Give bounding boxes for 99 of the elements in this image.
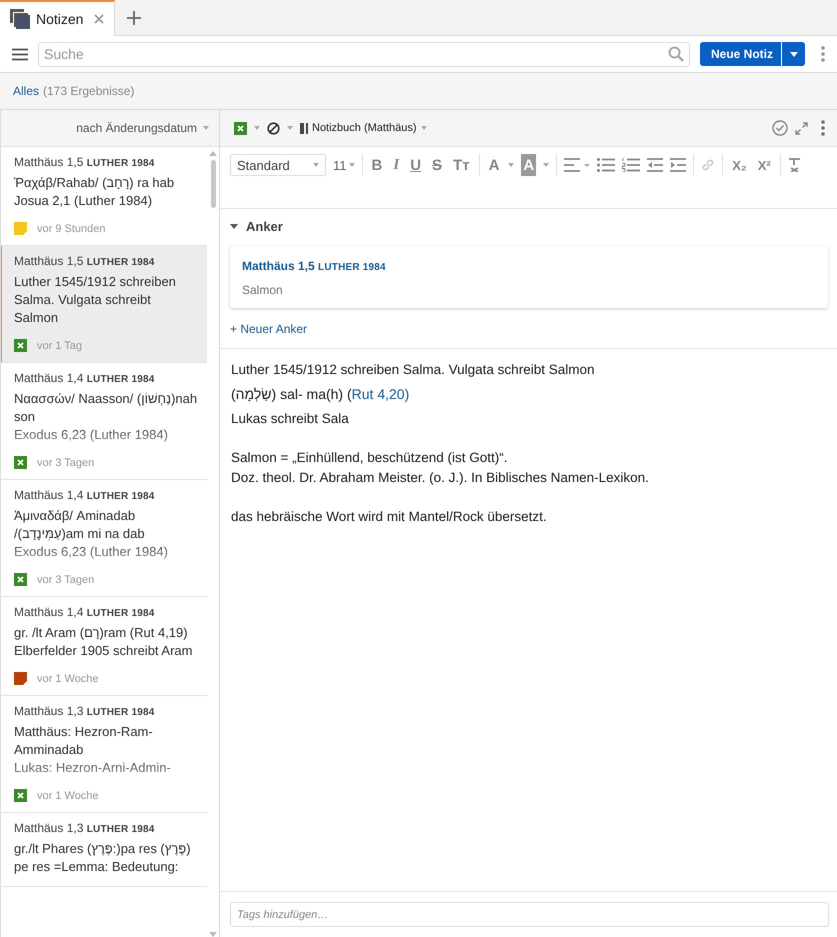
notebook-dropdown[interactable]: Notizbuch (Matthäus) <box>300 122 427 134</box>
note-preview-text: gr. /lt Aram (רָם)ram (Rut 4,19) <box>14 624 189 642</box>
note-reference: Matthäus 1,3 LUTHER 1984 <box>14 704 156 718</box>
caret-icon[interactable] <box>287 126 293 130</box>
new-note-button[interactable]: Neue Notiz <box>700 42 781 66</box>
super-button[interactable]: X² <box>756 154 773 176</box>
note-time: vor 1 Tag <box>37 340 82 352</box>
tags-field[interactable]: Tags hinzufügen… <box>230 902 829 927</box>
note-preview-text: pe res =Lemma: Bedeutung: <box>14 858 180 876</box>
note-preview-text: Matthäus: Hezron-Ram- <box>14 723 154 741</box>
search-field[interactable]: Suche <box>38 42 690 66</box>
filter-link[interactable]: Alles <box>13 84 40 98</box>
caret-icon <box>313 163 319 167</box>
caret-icon[interactable] <box>543 163 550 167</box>
scrollbar-thumb[interactable] <box>210 160 216 208</box>
book-icon <box>300 122 308 134</box>
align-left-icon[interactable] <box>564 158 590 172</box>
check-circle-icon[interactable] <box>772 120 788 136</box>
stacked-pages-icon <box>10 9 30 29</box>
result-count: (173 Ergebnisse) <box>43 84 134 98</box>
numbered-list-icon[interactable] <box>622 158 640 172</box>
anchor-card[interactable]: Matthäus 1,5 LUTHER 1984 Salmon <box>230 246 828 308</box>
note-reference: Matthäus 1,4 LUTHER 1984 <box>14 371 156 385</box>
note-preview-text: Ναασσών/ Naasson/ (נַחְשׁוֹן)nah <box>14 390 197 408</box>
caret-icon <box>420 126 427 130</box>
underline-button[interactable]: U <box>408 154 424 176</box>
square-x-icon <box>14 456 27 469</box>
anchor-text: Salmon <box>242 283 284 297</box>
outdent-icon[interactable] <box>647 158 664 172</box>
anchor-reference[interactable]: Matthäus 1,5 LUTHER 1984 <box>242 259 816 273</box>
note-reference: Matthäus 1,5 LUTHER 1984 <box>14 155 156 169</box>
no-entry-icon[interactable] <box>267 122 280 134</box>
note-preview-text: Luther 1545/1912 schreiben <box>14 273 177 291</box>
caret-icon <box>203 126 209 130</box>
note-preview-text: Exodus 6,23 (Luther 1984) <box>14 543 169 561</box>
square-x-icon <box>14 789 27 802</box>
bold-button[interactable]: B <box>370 154 384 176</box>
font-size-dropdown[interactable]: 11 <box>333 158 354 172</box>
search-icon <box>668 46 684 62</box>
close-icon[interactable] <box>94 14 104 24</box>
note-time: vor 1 Woche <box>37 672 99 684</box>
note-preview-text: Exodus 6,23 (Luther 1984) <box>14 426 169 444</box>
note-reference: Matthäus 1,3 LUTHER 1984 <box>14 821 156 835</box>
italic-button[interactable]: I <box>391 154 402 176</box>
note-time: vor 3 Tagen <box>37 574 94 586</box>
section-title: Anker <box>246 219 283 234</box>
note-preview-text: Lukas: Hezron-Arni-Admin- <box>14 759 172 777</box>
caret-icon <box>348 163 354 167</box>
caret-icon <box>790 52 798 56</box>
note-preview-text: /(עַמִּינָדָב)am mi na dab <box>14 525 146 543</box>
square-x-icon[interactable] <box>234 122 247 134</box>
note-time: vor 3 Tagen <box>37 456 94 468</box>
note-item[interactable]: Matthäus 1,3 LUTHER 1984 Matthäus: Hezron-Ram- Amminadab Lukas: Hezron-Arni-Admin- vor 1 Woche <box>1 696 207 813</box>
font-dropdown[interactable]: Standard <box>230 154 326 176</box>
anchors-header[interactable]: Anker <box>230 219 828 234</box>
caret-icon[interactable] <box>508 163 514 167</box>
caret-icon <box>230 224 238 229</box>
scroll-down-icon[interactable] <box>209 932 217 937</box>
tab-label: Notizen <box>36 11 84 27</box>
note-reference: Matthäus 1,4 LUTHER 1984 <box>14 605 156 619</box>
note-time: vor 1 Woche <box>37 790 99 802</box>
caret-icon[interactable] <box>254 126 260 130</box>
dropdown-button[interactable] <box>781 42 805 66</box>
note-preview-text: Elberfelder 1905 schreibt Aram <box>14 642 194 660</box>
expand-icon[interactable] <box>795 122 808 134</box>
add-anchor-link[interactable]: + Neuer Anker <box>230 322 308 336</box>
textsize-button[interactable]: Tт <box>451 154 472 176</box>
verse-link[interactable]: Rut 4,20 <box>352 386 405 402</box>
note-preview-text: Amminadab <box>14 741 84 759</box>
note-text: Salmon = „Einhüllend, beschützend (ist Gott)“. <box>231 449 509 467</box>
scroll-up-icon[interactable] <box>209 151 217 156</box>
square-x-icon <box>14 339 27 352</box>
note-preview-text: Salma. Vulgata schreibt <box>14 291 152 309</box>
sub-button[interactable]: X₂ <box>730 154 749 176</box>
square-x-icon <box>14 573 27 586</box>
note-text: Luther 1545/1912 schreiben Salma. Vulgata schreibt Salmon <box>231 361 596 379</box>
note-time: vor 9 Stunden <box>37 222 106 234</box>
note-item[interactable]: Matthäus 1,5 LUTHER 1984 Luther 1545/1912 schreiben Salma. Vulgata schreibt Salmon vor 1 Tag <box>1 246 207 363</box>
notes-tab[interactable]: Notizen <box>0 0 115 36</box>
note-preview-text: Josua 2,1 (Luther 1984) <box>14 192 154 210</box>
menu-icon[interactable] <box>12 48 28 60</box>
note-preview-text: Ῥαχάβ/Rahab/ (רָחָב) ra hab <box>14 174 176 192</box>
note-text: Doz. theol. Dr. Abraham Meister. (o. J.). In Biblisches Namen-Lexikon. <box>231 469 650 487</box>
note-preview-text: Salmon <box>14 309 60 327</box>
color-button[interactable]: A <box>486 154 502 176</box>
add-tab-icon[interactable] <box>127 10 141 24</box>
bullet-list-icon[interactable] <box>597 158 616 172</box>
note-text: das hebräische Wort wird mit Mantel/Rock übersetzt. <box>231 508 548 526</box>
note-preview-text: gr./lt Phares (פֶּרֶץ:)pa res (פֶּרֶץ) <box>14 840 192 858</box>
note-preview-text: son <box>14 408 36 426</box>
indent-icon[interactable] <box>670 158 686 172</box>
clear-format-icon[interactable] <box>788 158 802 172</box>
note-reference: Matthäus 1,5 LUTHER 1984 <box>14 254 156 268</box>
more-icon[interactable] <box>821 120 825 136</box>
note-preview-text: Ἀμιναδάβ/ Aminadab <box>14 507 136 525</box>
note-text: Lukas schreibt Sala <box>231 410 350 428</box>
strike-button[interactable]: S <box>430 154 444 176</box>
note-reference: Matthäus 1,4 LUTHER 1984 <box>14 488 156 502</box>
more-icon[interactable] <box>821 46 825 62</box>
